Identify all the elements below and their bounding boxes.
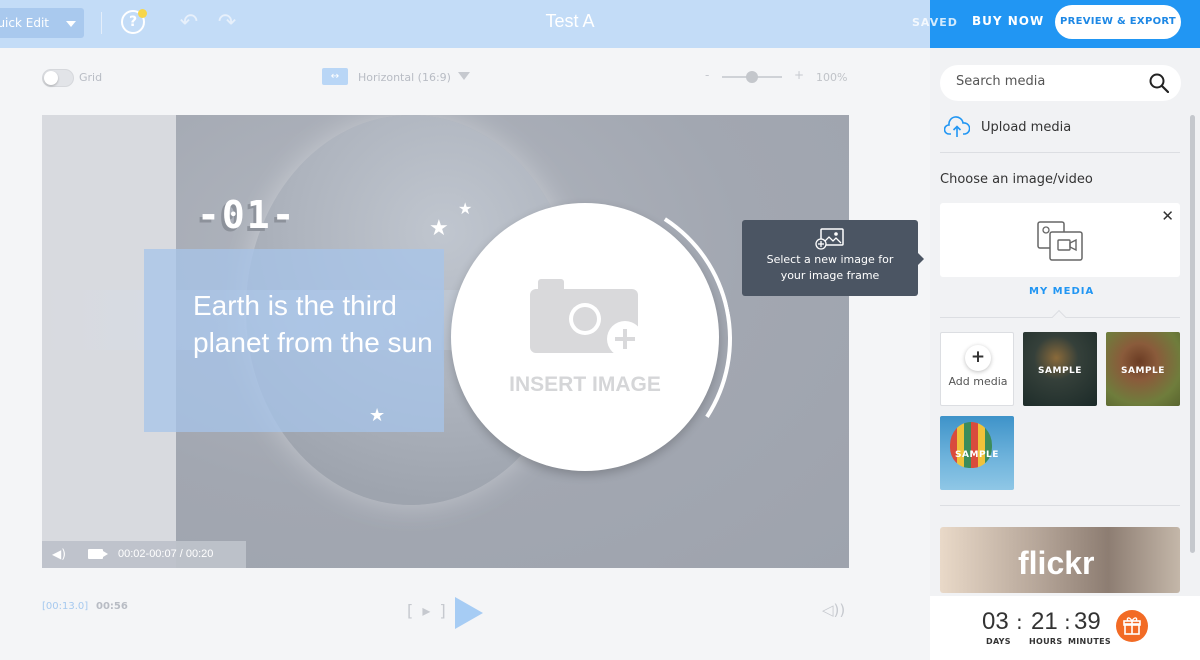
orientation-icon[interactable]: ↔ (322, 68, 348, 85)
play-icon[interactable] (455, 597, 483, 629)
orientation-label[interactable]: Horizontal (16:9) (358, 71, 451, 84)
search-icon[interactable] (1149, 73, 1169, 93)
tab-my-media[interactable]: MY MEDIA (1029, 286, 1094, 297)
volume-icon[interactable]: ◁)) (822, 601, 845, 619)
volume-icon[interactable]: ◀) (52, 547, 66, 561)
media-gallery-icon (1037, 221, 1083, 261)
countdown-separator: : (1064, 610, 1071, 634)
grid-label: Grid (79, 71, 103, 84)
flickr-banner[interactable]: flickr (940, 527, 1180, 593)
scene-headline[interactable]: Earth is the third planet from the sun (193, 287, 433, 361)
countdown-separator: : (1016, 610, 1023, 634)
star-icon: ★ (369, 405, 386, 426)
redo-icon[interactable]: ↷ (214, 12, 240, 34)
undo-icon[interactable]: ↶ (176, 12, 202, 34)
current-timecode: [00:13.0] (42, 601, 89, 612)
document-title[interactable]: Test A (470, 11, 670, 32)
countdown-minutes-label: MINUTES (1068, 637, 1111, 646)
mode-dropdown-label: Quick Edit (0, 16, 49, 30)
grid-toggle[interactable] (42, 69, 74, 87)
countdown-minutes: 39 (1074, 608, 1101, 635)
video-controls: ◀) 00:02-00:07 / 00:20 (42, 541, 246, 568)
mode-dropdown[interactable]: Quick Edit (0, 8, 84, 38)
countdown-days: 03 (982, 608, 1009, 635)
promo-countdown: 03 : 21 : 39 DAYS HOURS MINUTES (930, 596, 1200, 660)
divider (940, 152, 1180, 153)
saved-status: SAVED (912, 16, 958, 29)
divider (940, 505, 1180, 506)
camera-icon (530, 279, 640, 355)
scene-canvas[interactable]: -01- Earth is the third planet from the … (42, 115, 849, 568)
zoom-value: 100% (816, 71, 848, 84)
chevron-down-icon[interactable] (458, 72, 470, 80)
insert-image-label: INSERT IMAGE (509, 373, 661, 396)
sidebar-scrollbar[interactable] (1190, 115, 1195, 553)
search-bar[interactable] (940, 65, 1181, 101)
image-frame-tooltip: Select a new image for your image frame (742, 220, 924, 296)
zoom-slider-handle[interactable] (746, 71, 758, 83)
star-icon: ★ (429, 216, 449, 241)
upload-media-label: Upload media (981, 120, 1072, 135)
close-icon[interactable]: ✕ (1161, 207, 1174, 225)
notification-dot (138, 9, 147, 18)
gift-icon[interactable] (1116, 610, 1148, 642)
top-bar: Quick Edit ? ↶ ↷ Test A (0, 0, 930, 48)
thumbnail-label: SAMPLE (1121, 366, 1165, 376)
media-thumbnail-sparkler[interactable]: SAMPLE (1023, 332, 1097, 406)
tooltip-text: Select a new image for your image frame (766, 253, 894, 282)
image-frame[interactable]: INSERT IMAGE (451, 203, 719, 471)
star-icon: ★ (458, 199, 473, 218)
media-preview-box[interactable]: ✕ (940, 203, 1180, 277)
choose-media-label: Choose an image/video (940, 172, 1093, 187)
play-scene-button[interactable]: [ ▸ ] (407, 601, 448, 620)
countdown-hours: 21 (1031, 608, 1058, 635)
scene-number[interactable]: -01- (197, 193, 297, 237)
image-frame-icon (815, 228, 844, 250)
total-duration: 00:56 (96, 601, 128, 612)
help-icon[interactable]: ? (121, 9, 147, 34)
cloud-upload-icon (944, 116, 970, 137)
buy-now-button[interactable]: BUY NOW (972, 14, 1044, 28)
plus-icon: + (965, 345, 991, 371)
balloon-image (950, 422, 992, 468)
media-thumbnail-puppy[interactable]: SAMPLE (1106, 332, 1180, 406)
upload-media-button[interactable]: Upload media (940, 114, 1180, 142)
video-time: 00:02-00:07 / 00:20 (118, 548, 214, 560)
countdown-days-label: DAYS (986, 637, 1011, 646)
chevron-down-icon (66, 21, 76, 27)
thumbnail-label: SAMPLE (955, 450, 999, 460)
add-media-label: Add media (948, 375, 1008, 388)
video-icon[interactable] (88, 549, 108, 559)
thumbnail-label: SAMPLE (1038, 366, 1082, 376)
flickr-logo: flickr (1018, 545, 1095, 581)
preview-export-button[interactable]: PREVIEW & EXPORT (1055, 5, 1181, 39)
zoom-out-button[interactable]: - (705, 68, 709, 82)
search-input[interactable] (956, 74, 1136, 89)
add-media-button[interactable]: + Add media (940, 332, 1014, 406)
countdown-hours-label: HOURS (1029, 637, 1063, 646)
media-thumbnail-balloon[interactable]: SAMPLE (940, 416, 1014, 490)
zoom-in-button[interactable]: + (794, 68, 804, 82)
gift-glyph (1123, 617, 1141, 635)
toolbar-divider (101, 12, 102, 34)
